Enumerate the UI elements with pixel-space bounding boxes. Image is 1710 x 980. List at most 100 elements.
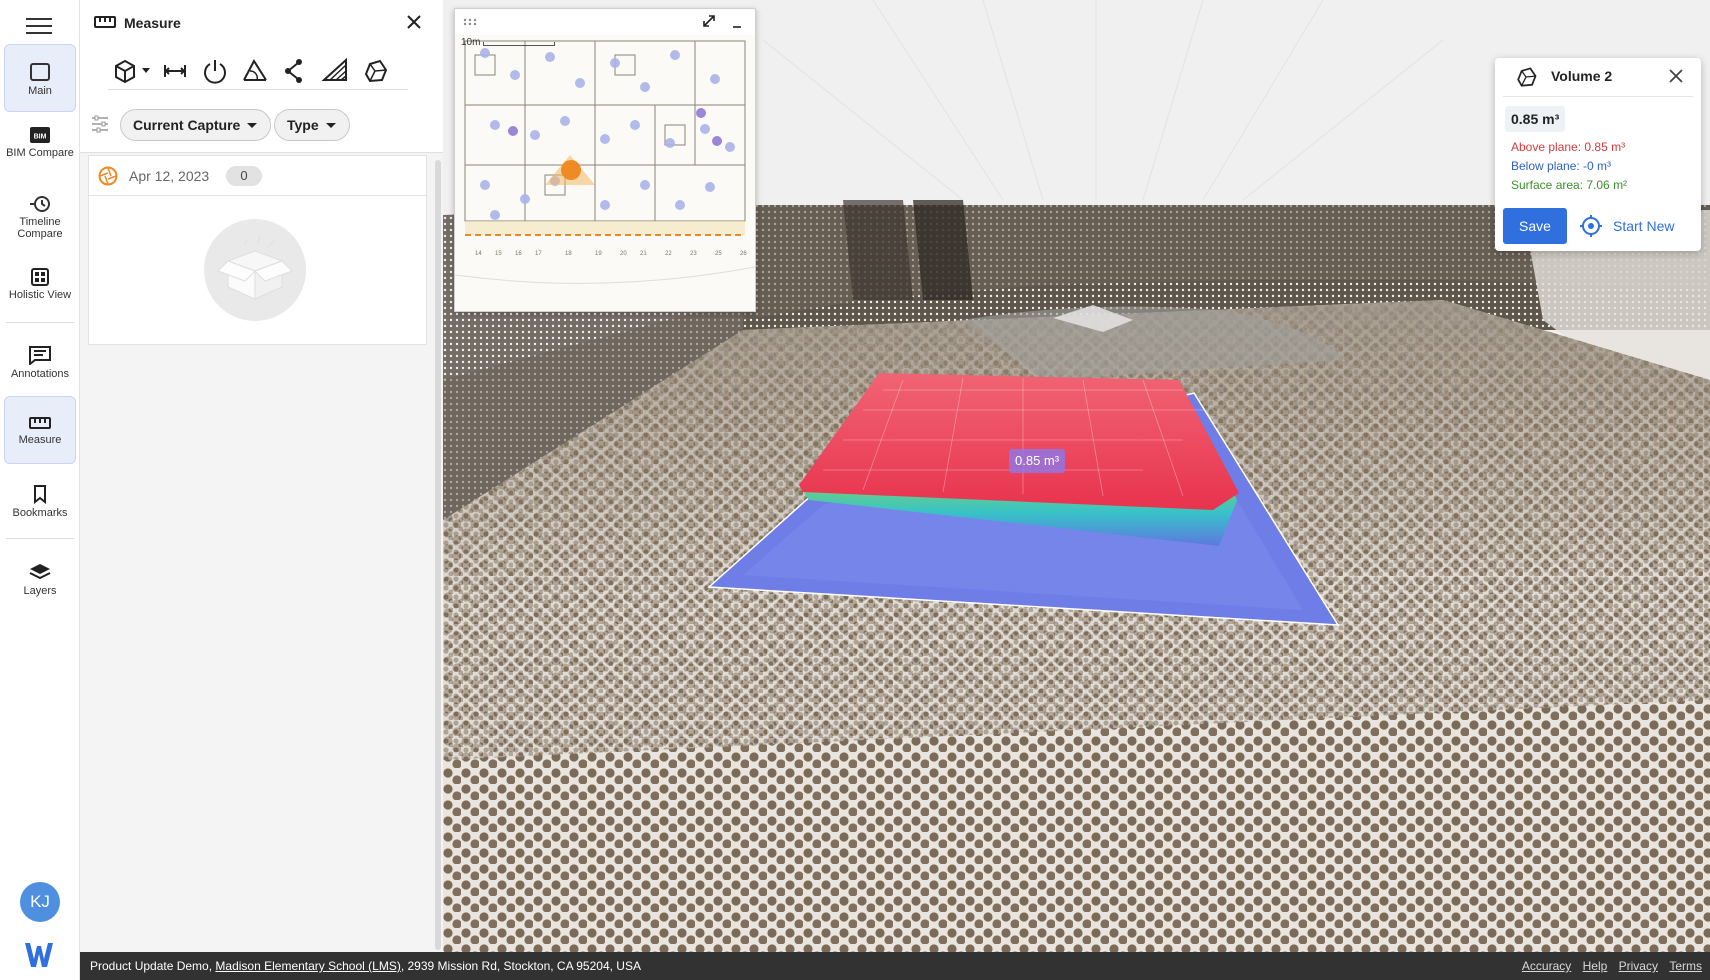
rail-item-label: Layers	[23, 585, 57, 597]
site-link[interactable]: Madison Elementary School (LMS)	[215, 959, 400, 973]
capture-filter-dropdown[interactable]: Current Capture	[120, 109, 272, 141]
bookmark-icon	[34, 485, 46, 504]
project-location: Product Update Demo, Madison Elementary …	[90, 952, 641, 980]
rail-item-label: Holistic View	[8, 289, 72, 301]
divider	[1503, 96, 1693, 97]
ruler-icon	[29, 417, 51, 429]
help-link[interactable]: Help	[1583, 959, 1608, 973]
power-measure-icon	[204, 60, 226, 84]
panel-scrollbar[interactable]	[435, 160, 441, 950]
capture-row[interactable]: Apr 12, 2023 0	[89, 156, 426, 196]
footer-bar: Product Update Demo, Madison Elementary …	[80, 952, 1710, 980]
svg-text:16: 16	[515, 251, 522, 257]
close-icon[interactable]	[404, 12, 424, 32]
svg-text:19: 19	[595, 251, 602, 257]
ruler-icon	[94, 16, 116, 28]
area-icon	[321, 57, 347, 81]
rail-item-label: BIM Compare	[6, 147, 74, 159]
rail-item-annotations[interactable]: Annotations	[4, 343, 76, 385]
height-tool-button[interactable]	[200, 56, 230, 86]
svg-text:21: 21	[640, 251, 647, 257]
rail-item-holistic-view[interactable]: Holistic View	[4, 266, 76, 306]
empty-box-illustration	[204, 219, 306, 321]
panel-title: Measure	[124, 15, 181, 31]
accuracy-link[interactable]: Accuracy	[1522, 959, 1571, 973]
svg-text:26: 26	[740, 251, 747, 257]
filter-sliders-icon[interactable]	[90, 114, 110, 134]
angle-tool-button[interactable]	[240, 56, 270, 86]
crosshair-icon	[1580, 215, 1602, 237]
type-filter-dropdown[interactable]: Type	[274, 109, 350, 141]
minimize-icon[interactable]	[731, 15, 743, 29]
distance-icon	[164, 65, 186, 77]
rail-item-measure[interactable]: Measure	[4, 396, 76, 464]
rail-item-label: Timeline Compare	[17, 216, 63, 240]
rail-item-bim-compare[interactable]: BIM BIM Compare	[4, 124, 76, 174]
grid-icon	[31, 268, 49, 286]
privacy-link[interactable]: Privacy	[1619, 959, 1658, 973]
measure-mode-dropdown[interactable]	[112, 56, 156, 86]
rail-item-timeline-compare[interactable]: Timeline Compare	[4, 193, 76, 243]
measure-tool-row	[108, 54, 408, 90]
capture-card: Apr 12, 2023 0	[88, 155, 427, 345]
rail-item-bookmarks[interactable]: Bookmarks	[4, 482, 76, 522]
minimap-toolbar	[455, 9, 755, 35]
svg-text:23: 23	[690, 251, 697, 257]
volume-label-tag[interactable]: 0.85 m³	[1009, 449, 1066, 473]
floorplan-minimap[interactable]: 14 15 16 17 18 19 20 21 22 23 25 26 10m	[454, 8, 756, 312]
measure-panel: Measure Current Capture Type Apr 12, 202…	[80, 0, 443, 952]
svg-text:18: 18	[565, 251, 572, 257]
volume-tool-button[interactable]	[360, 56, 390, 86]
w-logo-icon	[22, 940, 56, 970]
save-button[interactable]: Save	[1503, 208, 1567, 244]
surface-area-value: Surface area: 7.06 m²	[1511, 178, 1628, 192]
start-new-label: Start New	[1613, 218, 1675, 234]
rail-item-label: Measure	[18, 434, 62, 446]
rail-item-layers[interactable]: Layers	[4, 560, 76, 600]
svg-text:25: 25	[715, 251, 722, 257]
footer-links: Accuracy Help Privacy Terms	[1514, 952, 1702, 980]
minimap-scale-bar	[483, 42, 555, 46]
rail-divider	[6, 538, 74, 539]
volume-icon	[1517, 67, 1537, 87]
expand-icon[interactable]	[701, 13, 717, 29]
capture-aperture-icon	[98, 166, 118, 186]
volume-title: Volume 2	[1551, 68, 1613, 84]
start-new-button[interactable]: Start New	[1579, 208, 1674, 244]
svg-text:17: 17	[535, 251, 542, 257]
floorplan-drawing: 14 15 16 17 18 19 20 21 22 23 25 26	[455, 35, 755, 311]
rail-item-label: Annotations	[10, 368, 70, 380]
volume-icon	[364, 59, 388, 83]
measure-panel-header: Measure Current Capture Type	[80, 0, 443, 153]
svg-text:BIM: BIM	[34, 134, 47, 141]
volume-total: 0.85 m³	[1505, 106, 1566, 132]
rail-item-label: Bookmarks	[12, 507, 68, 519]
cube-icon	[115, 59, 150, 84]
hamburger-menu-icon[interactable]	[26, 14, 52, 34]
terms-link[interactable]: Terms	[1669, 959, 1702, 973]
rail-item-label: Main	[28, 85, 52, 97]
project-name: Product Update Demo,	[90, 959, 213, 973]
volume-result-card: Volume 2 0.85 m³ Above plane: 0.85 m³ Be…	[1495, 58, 1701, 251]
timeline-icon	[30, 196, 50, 212]
layers-icon	[29, 564, 51, 580]
area-tool-button[interactable]	[320, 56, 350, 86]
above-plane-value: Above plane: 0.85 m³	[1511, 140, 1626, 154]
annotation-icon	[29, 346, 51, 365]
polyline-icon	[285, 59, 302, 83]
drag-handle-icon[interactable]	[463, 18, 477, 26]
bim-icon: BIM	[30, 127, 50, 143]
distance-tool-button[interactable]	[160, 56, 190, 86]
rail-item-main[interactable]: Main	[4, 44, 76, 112]
avatar[interactable]: KJ	[20, 882, 60, 922]
capture-measure-count: 0	[226, 166, 262, 186]
close-icon[interactable]	[1666, 66, 1686, 86]
site-address: , 2939 Mission Rd, Stockton, CA 95204, U…	[400, 959, 641, 973]
svg-text:20: 20	[620, 251, 627, 257]
angle-icon	[243, 59, 267, 81]
svg-text:14: 14	[475, 251, 482, 257]
svg-text:22: 22	[665, 251, 672, 257]
below-plane-value: Below plane: -0 m³	[1511, 159, 1612, 173]
minimap-scale: 10m	[461, 37, 481, 48]
polyline-tool-button[interactable]	[280, 56, 310, 86]
